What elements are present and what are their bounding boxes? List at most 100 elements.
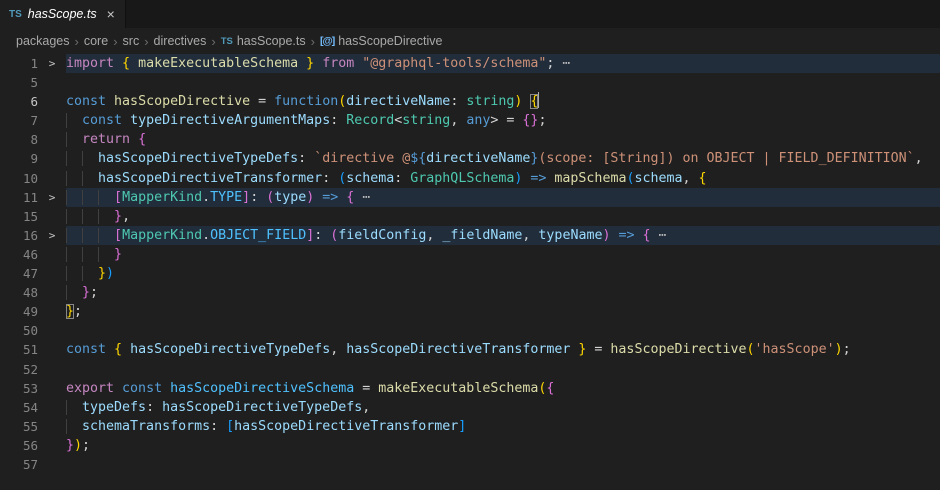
code-line-8[interactable]: 8 return { bbox=[0, 130, 940, 149]
fold-chevron-icon[interactable]: > bbox=[38, 188, 66, 207]
line-number: 53 bbox=[0, 379, 38, 398]
line-number: 55 bbox=[0, 417, 38, 436]
code-token: fieldConfig bbox=[338, 228, 426, 243]
code-text: [MapperKind.TYPE]: (type) => { ⋯ bbox=[66, 188, 940, 207]
tab-hasscope[interactable]: TS hasScope.ts × bbox=[0, 0, 126, 28]
fold-column bbox=[38, 360, 66, 379]
code-line-46[interactable]: 46 } bbox=[0, 245, 940, 264]
code-token: any bbox=[466, 113, 490, 128]
code-line-50[interactable]: 50 bbox=[0, 321, 940, 340]
breadcrumb-item-packages[interactable]: packages bbox=[16, 34, 70, 48]
code-token: . bbox=[202, 190, 210, 205]
code-token: } bbox=[66, 304, 74, 319]
text-cursor bbox=[538, 92, 539, 108]
code-line-57[interactable]: 57 bbox=[0, 455, 940, 474]
code-line-1[interactable]: 1>import { makeExecutableSchema } from "… bbox=[0, 54, 940, 73]
fold-chevron-icon[interactable]: > bbox=[38, 226, 66, 245]
breadcrumb-item-hasscopedirective[interactable]: [@]hasScopeDirective bbox=[320, 34, 442, 48]
breadcrumb-label: directives bbox=[154, 34, 207, 48]
code-token: 'hasScope' bbox=[755, 342, 835, 357]
code-line-9[interactable]: 9 hasScopeDirectiveTypeDefs: `directive … bbox=[0, 149, 940, 168]
code-text: export const hasScopeDirectiveSchema = m… bbox=[66, 379, 940, 398]
indent-guide bbox=[66, 419, 82, 434]
breadcrumb: packages›core›src›directives›TShasScope.… bbox=[0, 28, 940, 54]
breadcrumb-item-src[interactable]: src bbox=[123, 34, 140, 48]
code-line-15[interactable]: 15 }, bbox=[0, 207, 940, 226]
breadcrumb-separator: › bbox=[144, 34, 148, 49]
code-token: } bbox=[114, 209, 122, 224]
code-token: { bbox=[114, 342, 130, 357]
code-token: const bbox=[82, 113, 130, 128]
code-token: , bbox=[330, 342, 346, 357]
fold-chevron-icon[interactable]: > bbox=[38, 54, 66, 73]
code-line-53[interactable]: 53 export const hasScopeDirectiveSchema =… bbox=[0, 379, 940, 398]
code-line-11[interactable]: 11> [MapperKind.TYPE]: (type) => { ⋯ bbox=[0, 188, 940, 207]
breadcrumb-item-hasscope-ts[interactable]: TShasScope.ts bbox=[221, 34, 306, 48]
indent-guide bbox=[66, 151, 82, 166]
code-text: }); bbox=[66, 436, 940, 455]
line-number: 1 bbox=[0, 54, 38, 73]
indent-guide bbox=[66, 190, 82, 205]
code-token: const bbox=[66, 342, 114, 357]
code-line-48[interactable]: 48 }; bbox=[0, 283, 940, 302]
code-token: , bbox=[426, 228, 442, 243]
breadcrumb-item-directives[interactable]: directives bbox=[154, 34, 207, 48]
code-token: = bbox=[498, 113, 522, 128]
fold-column bbox=[38, 149, 66, 168]
code-token: { bbox=[546, 381, 554, 396]
indent-guide bbox=[82, 151, 98, 166]
code-token: } bbox=[570, 342, 586, 357]
code-token: {} bbox=[522, 113, 538, 128]
code-text: const hasScopeDirective = function(direc… bbox=[66, 92, 940, 111]
code-line-52[interactable]: 52 bbox=[0, 360, 940, 379]
indent-guide bbox=[98, 228, 114, 243]
breadcrumb-item-core[interactable]: core bbox=[84, 34, 108, 48]
code-token: directiveName bbox=[346, 94, 450, 109]
code-line-10[interactable]: 10 hasScopeDirectiveTransformer: (schema… bbox=[0, 169, 940, 188]
code-line-49[interactable]: 49}; bbox=[0, 302, 940, 321]
code-token: ${ bbox=[410, 151, 426, 166]
breadcrumb-separator: › bbox=[75, 34, 79, 49]
code-token: TYPE bbox=[210, 190, 242, 205]
code-line-16[interactable]: 16> [MapperKind.OBJECT_FIELD]: (fieldCon… bbox=[0, 226, 940, 245]
code-token: export bbox=[66, 381, 122, 396]
vscode-window: TS hasScope.ts × packages›core›src›direc… bbox=[0, 0, 940, 490]
typescript-file-icon: TS bbox=[221, 36, 233, 47]
code-token: return bbox=[82, 132, 138, 147]
code-line-6[interactable]: 6 const hasScopeDirective = function(dire… bbox=[0, 92, 940, 111]
code-line-51[interactable]: 51const { hasScopeDirectiveTypeDefs, has… bbox=[0, 340, 940, 359]
close-icon[interactable]: × bbox=[107, 7, 115, 21]
line-number: 6 bbox=[0, 92, 38, 111]
line-number: 47 bbox=[0, 264, 38, 283]
code-token: ; bbox=[90, 285, 98, 300]
code-token: [ bbox=[226, 419, 234, 434]
code-line-55[interactable]: 55 schemaTransforms: [hasScopeDirectiveT… bbox=[0, 417, 940, 436]
indent-guide bbox=[98, 247, 114, 262]
code-token: `directive @ bbox=[314, 151, 410, 166]
breadcrumb-label: src bbox=[123, 34, 140, 48]
code-token: => bbox=[522, 171, 554, 186]
code-token: from bbox=[322, 56, 362, 71]
code-token: hasScopeDirectiveSchema bbox=[170, 381, 354, 396]
code-token: schema bbox=[346, 171, 394, 186]
fold-column bbox=[38, 73, 66, 92]
code-text: import { makeExecutableSchema } from "@g… bbox=[66, 54, 940, 73]
code-token: ] bbox=[458, 419, 466, 434]
code-text: hasScopeDirectiveTransformer: (schema: G… bbox=[66, 169, 940, 188]
code-line-47[interactable]: 47 }) bbox=[0, 264, 940, 283]
code-token: , bbox=[450, 113, 466, 128]
line-number: 49 bbox=[0, 302, 38, 321]
code-token: { bbox=[122, 56, 138, 71]
code-line-5[interactable]: 5 bbox=[0, 73, 940, 92]
code-token: = bbox=[354, 381, 378, 396]
code-line-7[interactable]: 7 const typeDirectiveArgumentMaps: Recor… bbox=[0, 111, 940, 130]
code-line-56[interactable]: 56}); bbox=[0, 436, 940, 455]
line-number: 48 bbox=[0, 283, 38, 302]
line-number: 52 bbox=[0, 360, 38, 379]
code-token: { bbox=[530, 94, 538, 109]
indent-guide bbox=[98, 209, 114, 224]
indent-guide bbox=[66, 266, 82, 281]
code-line-54[interactable]: 54 typeDefs: hasScopeDirectiveTypeDefs, bbox=[0, 398, 940, 417]
code-token: ⋯ bbox=[354, 190, 370, 205]
code-editor[interactable]: 1>import { makeExecutableSchema } from "… bbox=[0, 54, 940, 474]
